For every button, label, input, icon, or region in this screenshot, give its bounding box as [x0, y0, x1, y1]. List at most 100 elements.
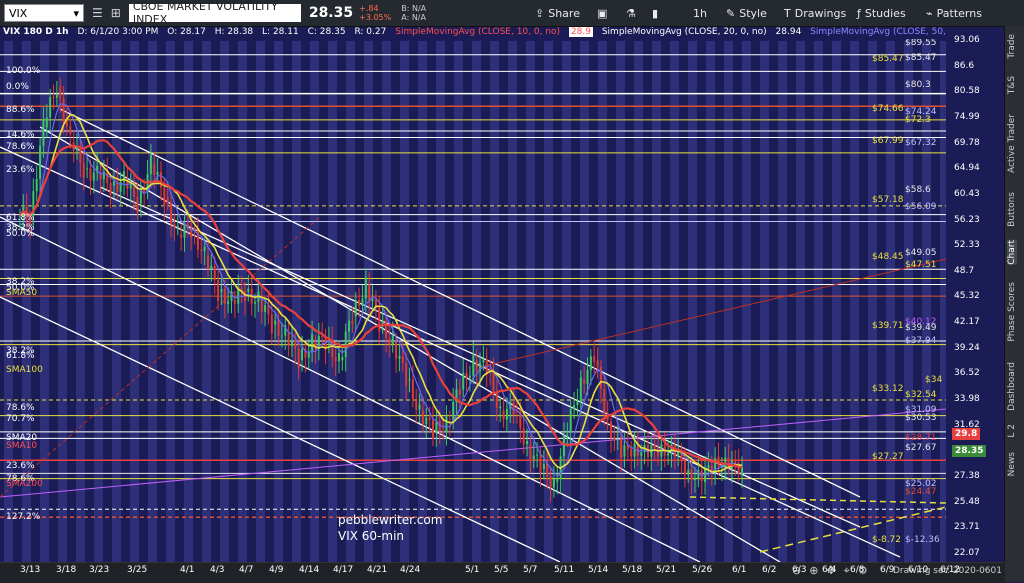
- watermark-line1: pebblewriter.com: [338, 513, 442, 527]
- sidebar-item-chart[interactable]: Chart: [1007, 240, 1017, 265]
- candle-body: [546, 463, 549, 477]
- right-price-label: $32.54: [905, 390, 937, 400]
- candle-body: [405, 363, 408, 386]
- sidebar-item-active-trader[interactable]: Active Trader: [1007, 114, 1017, 173]
- plus-icon[interactable]: ⊞: [111, 6, 121, 20]
- right-price-label: $57.18: [872, 195, 904, 205]
- session-stripe: [112, 41, 121, 562]
- candle-body: [586, 370, 589, 384]
- candle-body: [311, 334, 314, 352]
- studies-button[interactable]: ƒ Studies: [857, 7, 906, 20]
- right-price-label: $56.09: [905, 202, 937, 212]
- candle-body: [475, 360, 478, 372]
- right-price-label: $74.66: [872, 104, 904, 114]
- session-stripe: [652, 41, 661, 562]
- candle-body: [677, 452, 680, 457]
- candle-body: [348, 320, 351, 332]
- patterns-button[interactable]: ⌁ Patterns: [926, 7, 982, 20]
- drawings-button[interactable]: T Drawings: [784, 7, 846, 20]
- sidebar-item-ts[interactable]: T&S: [1007, 76, 1017, 94]
- candle-body: [371, 299, 374, 302]
- x-tick-label: 4/1: [180, 565, 195, 575]
- x-tick-label: 4/7: [239, 565, 254, 575]
- y-tick-label: 23.71: [954, 522, 980, 533]
- candle-body: [603, 388, 606, 414]
- symbol-selector[interactable]: VIX ▾: [4, 4, 84, 22]
- candle-body: [210, 265, 213, 269]
- x-tick-label: 3/23: [89, 565, 110, 575]
- x-tick-label: 5/14: [588, 565, 609, 575]
- sidebar-item-trade[interactable]: Trade: [1007, 34, 1017, 59]
- sma10-axis-tag: 29.8: [952, 428, 981, 440]
- left-label: 14.6%: [6, 130, 35, 140]
- session-stripe: [706, 41, 715, 562]
- candle-body: [227, 301, 230, 304]
- bid-ask: B: N/A A: N/A: [401, 4, 426, 22]
- share-button[interactable]: ⇪ Share: [535, 7, 580, 20]
- y-tick-label: 69.78: [954, 137, 980, 148]
- style-button[interactable]: ✎ Style: [726, 7, 767, 20]
- candle-body: [180, 235, 183, 238]
- candle-body: [482, 359, 485, 363]
- candle-body: [630, 449, 633, 457]
- sma50-line: [19, 103, 742, 478]
- sidebar-item-phase-scores[interactable]: Phase Scores: [1007, 282, 1017, 342]
- patterns-icon: ⌁: [926, 7, 933, 20]
- sidebar-item-news[interactable]: News: [1007, 452, 1017, 476]
- drawing-set-label[interactable]: Drawing set: 2020-0601: [893, 566, 1002, 576]
- session-stripe: [814, 41, 823, 562]
- zoom-in-icon[interactable]: ⊕: [809, 564, 826, 577]
- candle-body: [690, 469, 693, 481]
- candle-body: [502, 410, 505, 420]
- session-stripe: [778, 41, 787, 562]
- candle-body: [462, 372, 465, 390]
- crosshair-icon[interactable]: ⌖: [844, 564, 858, 577]
- y-tick-label: 64.94: [954, 163, 980, 174]
- candle-body: [707, 465, 710, 468]
- alert-button[interactable]: ▮: [652, 7, 658, 20]
- candle-body: [623, 444, 626, 457]
- candle-body: [401, 356, 404, 364]
- candle-body: [445, 416, 448, 433]
- y-tick-label: 80.58: [954, 86, 980, 97]
- candle-body: [425, 417, 428, 425]
- right-price-label: $85.47: [905, 53, 937, 63]
- pan-icon[interactable]: ✥: [826, 564, 843, 577]
- session-stripe: [670, 41, 679, 562]
- price-axis[interactable]: 93.06 86.6 80.58 74.99 69.78 64.94 60.43 56.23 5…: [946, 27, 1005, 562]
- menu-icon[interactable]: ☰: [92, 6, 103, 20]
- session-stripe: [400, 41, 409, 562]
- change-pct: +3.05%: [359, 13, 392, 22]
- instrument-title-text: CBOE MARKET VOLATILITY INDEX: [132, 0, 278, 26]
- candle-body: [589, 356, 592, 371]
- left-label: 78.6%: [6, 403, 35, 413]
- candle-body: [156, 172, 159, 176]
- left-label: 61.8%: [6, 351, 35, 361]
- x-tick-label: 5/26: [692, 565, 713, 575]
- price-chart[interactable]: 100.0%0.0%88.6%14.6%78.6%23.6%61.8%38.2%…: [0, 27, 1005, 562]
- candle-body: [613, 438, 616, 440]
- y-tick-label: 48.7: [954, 265, 975, 276]
- session-stripe: [868, 41, 877, 562]
- candle-body: [233, 300, 236, 304]
- candle-body: [398, 356, 401, 359]
- sidebar-item-buttons[interactable]: Buttons: [1007, 192, 1017, 227]
- top-toolbar: VIX ▾ ☰ ⊞ CBOE MARKET VOLATILITY INDEX 2…: [0, 0, 1024, 27]
- flask-button[interactable]: ⚗: [626, 7, 636, 20]
- session-stripe: [508, 41, 517, 562]
- x-tick-label: 5/21: [656, 565, 677, 575]
- interval-button[interactable]: 1h: [693, 7, 707, 20]
- candle-body: [86, 168, 89, 170]
- candle-body: [277, 320, 280, 336]
- sidebar-item-l2[interactable]: L 2: [1007, 424, 1017, 438]
- style-label: Style: [739, 7, 767, 20]
- price-change: +.84 +3.05%: [359, 4, 391, 22]
- candle-body: [52, 96, 55, 98]
- x-tick-label: 4/3: [210, 565, 225, 575]
- save-button[interactable]: ▣: [597, 7, 607, 20]
- zoom-out-icon[interactable]: ⊖: [792, 564, 809, 577]
- sidebar-item-dashboard[interactable]: Dashboard: [1007, 362, 1017, 411]
- session-stripe: [634, 41, 643, 562]
- candle-body: [149, 154, 152, 175]
- settings-icon[interactable]: ⚙: [858, 564, 876, 577]
